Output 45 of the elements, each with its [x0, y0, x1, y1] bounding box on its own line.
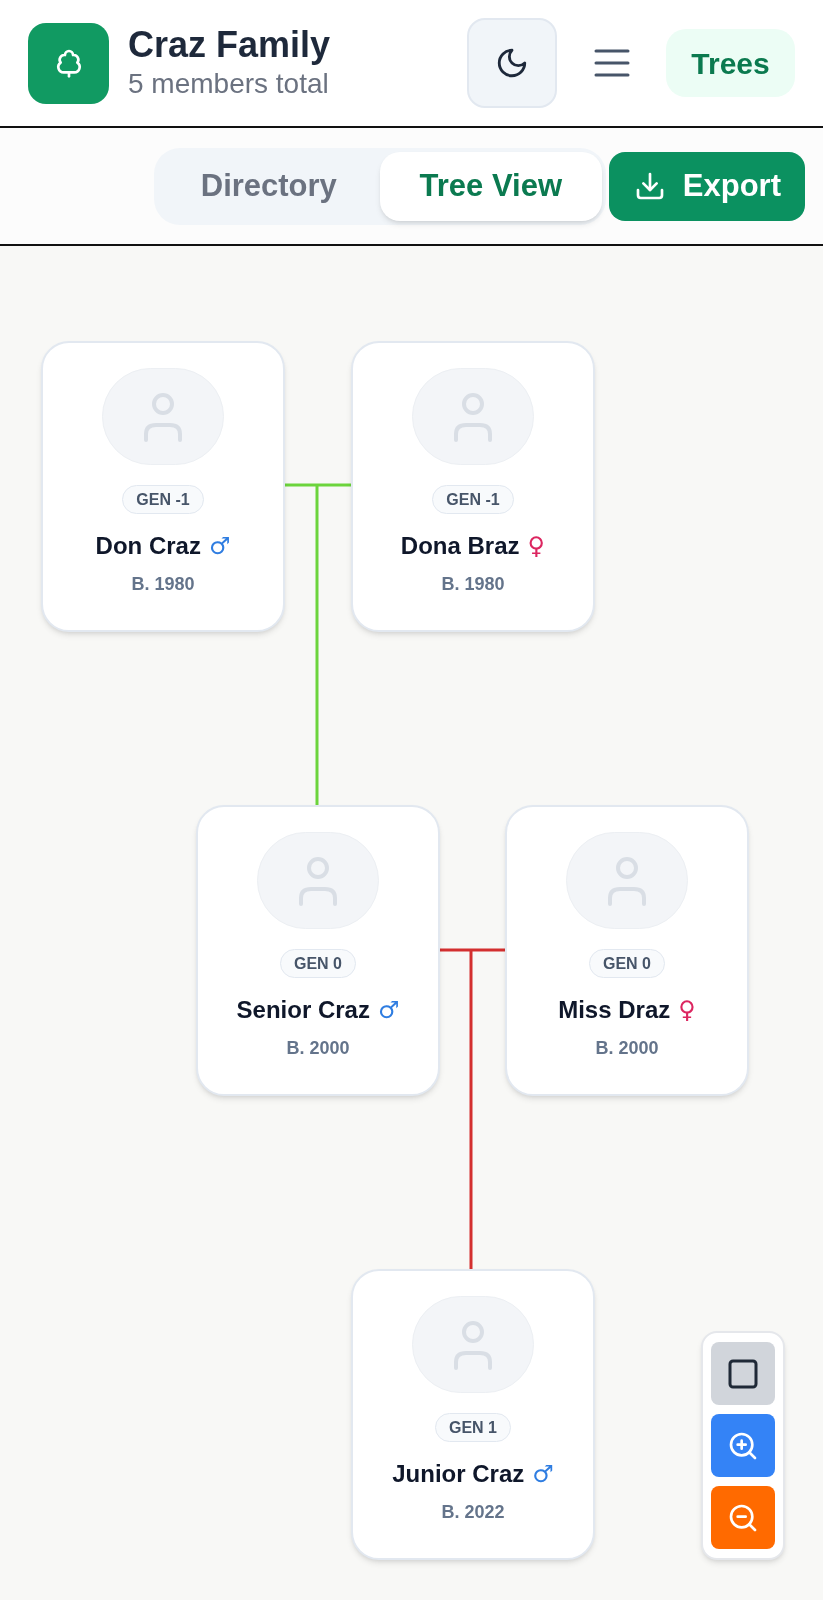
generation-badge: GEN 0 [589, 949, 665, 978]
trees-button[interactable]: Trees [666, 29, 795, 97]
person-icon [452, 1319, 494, 1370]
generation-badge: GEN -1 [122, 485, 204, 514]
birth-year: B. 1980 [131, 573, 195, 595]
menu-icon [594, 48, 630, 78]
family-title: Craz Family [128, 25, 331, 65]
member-card[interactable]: GEN 0 Senior Craz ♂ B. 2000 [196, 805, 440, 1096]
sex-symbol: ♂ [532, 1460, 554, 1488]
zoom-out-button[interactable] [711, 1486, 775, 1549]
generation-badge: GEN 0 [280, 949, 356, 978]
person-icon [142, 391, 184, 442]
theme-toggle-button[interactable] [467, 18, 557, 108]
birth-year: B. 1980 [441, 573, 505, 595]
moon-icon [495, 46, 529, 80]
member-card[interactable]: GEN -1 Don Craz ♂ B. 1980 [41, 341, 285, 632]
member-name: Dona Braz [400, 531, 520, 561]
member-card[interactable]: GEN 0 Miss Draz ♀ B. 2000 [505, 805, 749, 1096]
view-tab[interactable]: Tree View [379, 151, 602, 221]
sex-symbol: ♂ [208, 532, 231, 560]
tree-logo-icon [28, 22, 109, 104]
export-button[interactable]: Export [608, 151, 805, 221]
generation-badge: GEN 1 [435, 1413, 511, 1442]
person-icon [452, 391, 494, 442]
birth-year: B. 2000 [286, 1037, 350, 1059]
sex-symbol: ♂ [377, 996, 400, 1024]
member-name: Miss Draz [558, 995, 671, 1025]
member-name: Senior Craz [236, 995, 370, 1025]
birth-year: B. 2000 [595, 1037, 659, 1059]
birth-year: B. 2022 [441, 1501, 505, 1523]
generation-badge: GEN -1 [432, 485, 514, 514]
square-icon [728, 1358, 758, 1389]
menu-button[interactable] [594, 48, 630, 78]
person-icon [606, 855, 648, 906]
sex-symbol: ♀ [527, 532, 546, 560]
member-card[interactable]: GEN -1 Dona Braz ♀ B. 1980 [351, 341, 595, 632]
member-name: Don Craz [95, 531, 201, 561]
person-icon [297, 855, 339, 906]
member-card[interactable]: GEN 1 Junior Craz ♂ B. 2022 [351, 1269, 595, 1560]
view-tab[interactable]: Directory [157, 151, 380, 221]
fit-view-button[interactable] [711, 1342, 775, 1405]
member-name: Junior Craz [392, 1459, 525, 1489]
zoom-in-button[interactable] [711, 1414, 775, 1477]
sex-symbol: ♀ [678, 996, 696, 1024]
member-count: 5 members total [128, 67, 330, 101]
